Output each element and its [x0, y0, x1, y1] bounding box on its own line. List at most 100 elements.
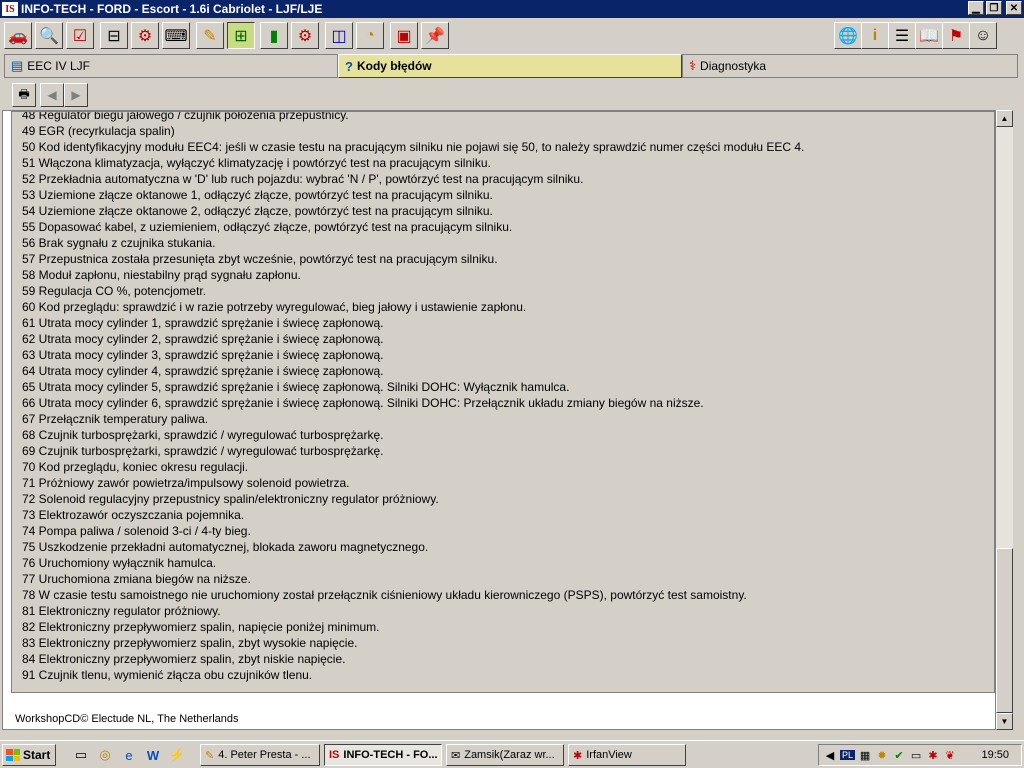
pencil-icon[interactable]: ✎	[196, 22, 224, 49]
mail-icon: ✉	[451, 749, 461, 762]
task-label: Zamsik(Zaraz wr...	[464, 749, 555, 761]
language-indicator[interactable]: PL	[840, 750, 856, 760]
start-label: Start	[23, 748, 51, 762]
list-item: 66 Utrata mocy cylinder 6, sprawdzić spr…	[22, 396, 704, 410]
close-button[interactable]: ✕	[1006, 1, 1022, 15]
scroll-down-button[interactable]: ▼	[996, 713, 1013, 730]
system-tray: ◀ PL ▦ ✹ ✔ ▭ ✱ ❦ 19:50	[818, 744, 1022, 766]
list-item: 51 Włączona klimatyzacja, wyłączyć klima…	[22, 156, 491, 170]
list-item: 73 Elektrozawór oczyszczania pojemnika.	[22, 508, 245, 522]
word-icon[interactable]: W	[144, 746, 162, 764]
messenger-icon[interactable]: ❦	[943, 749, 957, 762]
person-icon[interactable]: ☺	[969, 22, 997, 49]
app-logo: IS	[2, 2, 18, 16]
arrow-right-icon: ▶	[71, 88, 81, 102]
list-item: 69 Czujnik turbosprężarki, sprawdzić / w…	[22, 444, 384, 458]
printer-icon: 🖶	[18, 86, 30, 101]
start-button[interactable]: Start	[2, 744, 56, 766]
windows-logo-icon	[6, 749, 20, 761]
list-item: 52 Przekładnia automatyczna w 'D' lub ru…	[22, 172, 584, 186]
magnifier-icon[interactable]: 🔍	[35, 22, 63, 49]
task-label: INFO-TECH - FO...	[343, 749, 438, 761]
list-item: 77 Uruchomiona zmiana biegów na niższe.	[22, 572, 251, 586]
list-item: 74 Pompa paliwa / solenoid 3-ci / 4-ty b…	[22, 524, 251, 538]
list-item: 63 Utrata mocy cylinder 3, sprawdzić spr…	[22, 348, 384, 362]
scroll-up-button[interactable]: ▲	[996, 110, 1013, 127]
copyright-footer: WorkshopCD© Electude NL, The Netherlands	[15, 713, 239, 725]
gauge-icon[interactable]: ◔	[356, 22, 384, 49]
stethoscope-icon: ⚕	[689, 58, 697, 73]
list-item: 59 Regulacja CO %, potencjometr.	[22, 284, 207, 298]
vertical-scrollbar[interactable]: ▲ ▼	[996, 110, 1013, 730]
window-title: INFO-TECH - FORD - Escort - 1.6i Cabriol…	[21, 2, 323, 16]
security-icon[interactable]: ✱	[926, 749, 940, 762]
pin-icon[interactable]: 📌	[421, 22, 449, 49]
back-button[interactable]: ◀	[40, 83, 64, 107]
list-item: 68 Czujnik turbosprężarki, sprawdzić / w…	[22, 428, 384, 442]
content-pane: 48 Regulator biegu jałowego / czujnik po…	[2, 110, 996, 730]
module-icon: ▤	[11, 58, 24, 73]
tab-kody-bledow[interactable]: ? Kody błędów	[338, 54, 682, 78]
infotech-icon: IS	[329, 749, 340, 761]
clock: 19:50	[981, 749, 1009, 761]
module-tabs: ▤ EEC IV LJF ? Kody błędów ⚕ Diagnostyka	[0, 52, 1024, 78]
engine-icon[interactable]: ⚙	[131, 22, 159, 49]
circuit-icon[interactable]: ⊞	[227, 22, 255, 49]
info-icon[interactable]: i	[861, 22, 889, 49]
scroll-thumb[interactable]	[996, 548, 1013, 713]
desktop-icon[interactable]: ▭	[72, 746, 90, 764]
list-item: 57 Przepustnica została przesunięta zbyt…	[22, 252, 498, 266]
shield-icon[interactable]: ✔	[892, 749, 906, 762]
minimize-button[interactable]: ▁	[968, 1, 984, 15]
photo-icon[interactable]: ▣	[390, 22, 418, 49]
transmission-icon[interactable]: ⚙	[291, 22, 319, 49]
winamp-icon[interactable]: ⚡	[168, 746, 186, 764]
tab-diagnostyka[interactable]: ⚕ Diagnostyka	[682, 54, 1018, 78]
outlook-icon[interactable]: ◎	[96, 746, 114, 764]
tab-eec-iv-ljf[interactable]: ▤ EEC IV LJF	[4, 54, 338, 78]
main-toolbar: 🚗 🔍 ☑ ⊟ ⚙ ⌨ ✎ ⊞ ▮ ⚙ ◫ ◔ ▣ 📌 🌐 i ☰ 📖 ⚑ ☺	[0, 18, 1024, 53]
globe-icon[interactable]: 🌐	[834, 22, 862, 49]
keyboard-icon[interactable]: ⌨	[162, 22, 190, 49]
monitor-icon[interactable]: ▭	[909, 749, 923, 762]
list-item: 49 EGR (recyrkulacja spalin)	[22, 124, 175, 138]
list-item: 65 Utrata mocy cylinder 5, sprawdzić spr…	[22, 380, 570, 394]
task-zamsik[interactable]: ✉ Zamsik(Zaraz wr...	[446, 744, 564, 766]
diagram-icon[interactable]: ◫	[325, 22, 353, 49]
list-item: 78 W czasie testu samoistnego nie urucho…	[22, 588, 747, 602]
task-info-tech[interactable]: IS INFO-TECH - FO...	[324, 744, 442, 766]
task-label: 4. Peter Presta - ...	[218, 749, 311, 761]
list-item: 67 Przełącznik temperatury paliwa.	[22, 412, 209, 426]
notes-icon[interactable]: ☰	[888, 22, 916, 49]
task-label: IrfanView	[586, 749, 632, 761]
list-item: 64 Utrata mocy cylinder 4, sprawdzić spr…	[22, 364, 384, 378]
book-icon[interactable]: 📖	[915, 22, 943, 49]
arrow-left-icon: ◀	[47, 88, 57, 102]
error-code-list: 48 Regulator biegu jałowego / czujnik po…	[11, 111, 995, 693]
question-icon: ?	[345, 58, 353, 74]
print-button[interactable]: 🖶	[12, 83, 36, 107]
flag-icon[interactable]: ⚑	[942, 22, 970, 49]
list-item: 56 Brak sygnału z czujnika stukania.	[22, 236, 216, 250]
title-bar: IS INFO-TECH - FORD - Escort - 1.6i Cabr…	[0, 0, 1024, 18]
forward-button[interactable]: ▶	[64, 83, 88, 107]
list-item: 53 Uziemione złącze oktanowe 1, odłączyć…	[22, 188, 493, 202]
restore-button[interactable]: ❐	[986, 1, 1002, 15]
sun-icon[interactable]: ✹	[875, 749, 889, 762]
browser-icon[interactable]: e	[120, 746, 138, 764]
network-icon[interactable]: ▦	[858, 749, 872, 762]
tab-label: Kody błędów	[356, 59, 432, 73]
checklist-icon[interactable]: ☑	[66, 22, 94, 49]
list-item: 60 Kod przeglądu: sprawdzić i w razie po…	[22, 300, 527, 314]
battery-icon[interactable]: ▮	[260, 22, 288, 49]
task-peter-presta[interactable]: ✎ 4. Peter Presta - ...	[200, 744, 320, 766]
list-item: 71 Próżniowy zawór powietrza/impulsowy s…	[22, 476, 350, 490]
list-item: 83 Elektroniczny przepływomierz spalin, …	[22, 636, 358, 650]
task-irfanview[interactable]: ✱ IrfanView	[568, 744, 686, 766]
list-item: 84 Elektroniczny przepływomierz spalin, …	[22, 652, 346, 666]
volume-icon[interactable]: ◀	[823, 749, 837, 762]
car-icon[interactable]: 🚗	[4, 22, 32, 49]
connector-icon[interactable]: ⊟	[100, 22, 128, 49]
list-item: 48 Regulator biegu jałowego / czujnik po…	[22, 111, 349, 122]
list-item: 82 Elektroniczny przepływomierz spalin, …	[22, 620, 380, 634]
